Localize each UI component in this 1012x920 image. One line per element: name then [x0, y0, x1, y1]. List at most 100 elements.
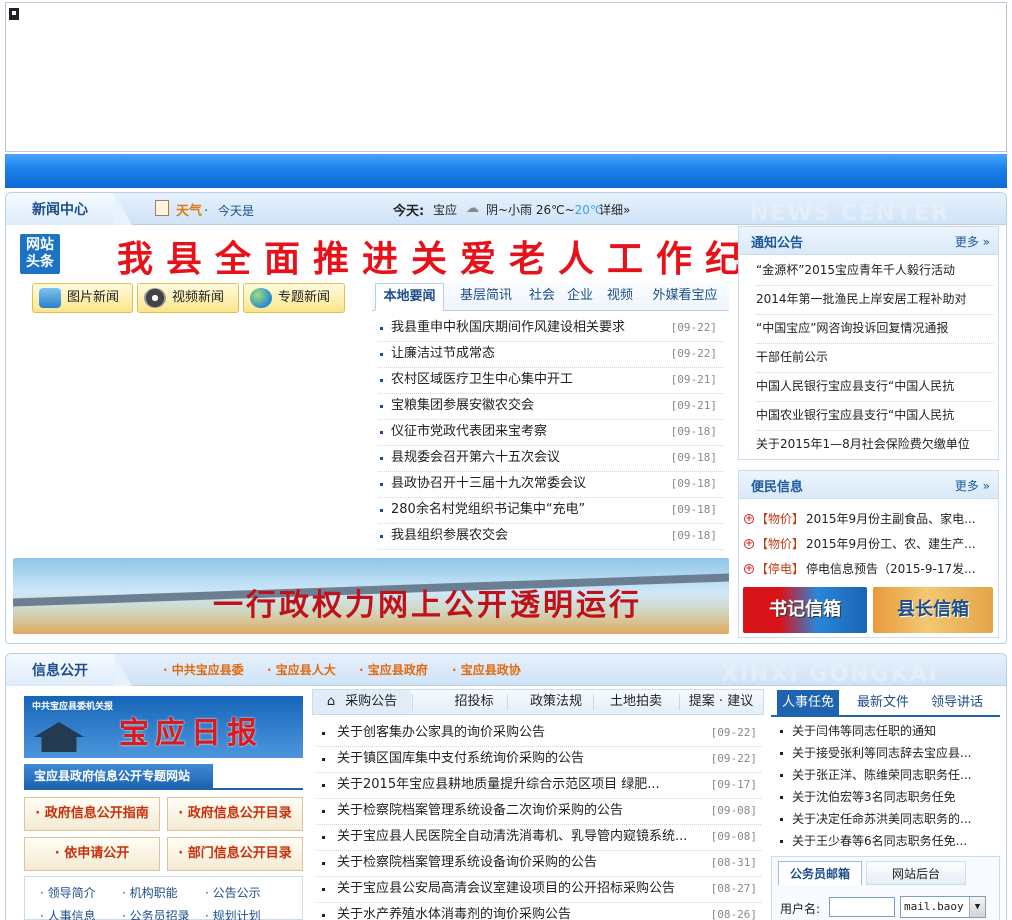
org-link-congress[interactable]: · 宝应县人大 — [267, 661, 336, 678]
org-link-party[interactable]: · 中共宝应县委 — [163, 661, 244, 678]
notice-item[interactable]: 干部任前公示 — [756, 344, 994, 373]
news-item[interactable]: 仪征市党政代表团来宝考察 [09-18] — [378, 420, 723, 446]
service-item-text[interactable]: 2015年9月份工、农、建生产... — [806, 532, 976, 557]
news-item-title[interactable]: 让廉洁过节成常态 — [391, 342, 495, 366]
mail-domain-select[interactable]: mail.baoy ▼ — [900, 896, 986, 918]
personnel-item[interactable]: 关于张正洋、陈维荣同志职务任... — [778, 764, 1000, 786]
procurement-item[interactable]: 关于检察院档案管理系统设备二次询价采购的公告 [09-08] — [316, 799, 761, 825]
info-guide-button[interactable]: · 政府信息公开指南 — [24, 797, 160, 831]
procurement-item-title[interactable]: 关于2015年宝应县耕地质量提升综合示范区项目 绿肥... — [337, 773, 660, 797]
personnel-item-title[interactable]: 关于王少春等6名同志职务任免... — [792, 830, 967, 852]
headline-title[interactable]: 我县全面推进关爱老人工作纪实 — [117, 230, 790, 282]
notice-more-link[interactable]: 更多 » — [955, 233, 990, 250]
weather-label[interactable]: 天气 · — [176, 200, 208, 219]
notice-item[interactable]: “金源杯”2015宝应青年千人毅行活动 — [756, 257, 994, 286]
personnel-item[interactable]: 关于王少春等6名同志职务任免... — [778, 830, 1000, 852]
news-item-title[interactable]: 我县重申中秋国庆期间作风建设相关要求 — [391, 316, 625, 340]
org-link-cppcc[interactable]: · 宝应县政协 — [452, 661, 521, 678]
procurement-item[interactable]: 关于2015年宝应县耕地质量提升综合示范区项目 绿肥... [09-17] — [316, 773, 761, 799]
news-item-title[interactable]: 县政协召开十三届十九次常委会议 — [391, 472, 586, 496]
link-personnel[interactable]: · 人事信息 — [40, 907, 96, 920]
tab-video[interactable]: 视频 — [600, 283, 640, 311]
service-item[interactable]: + 【物价】 2015年9月份工、农、建生产... — [744, 532, 996, 557]
personnel-item[interactable]: 关于沈伯宏等3名同志职务任免 — [778, 786, 1000, 808]
procurement-item-title[interactable]: 关于镇区国库集中支付系统询价采购的公告 — [337, 747, 584, 771]
tab-land-auction[interactable]: 土地拍卖 — [593, 690, 679, 714]
news-item-title[interactable]: 县规委会召开第六十五次会议 — [391, 446, 560, 470]
tab-latest-docs[interactable]: 最新文件 — [847, 690, 919, 716]
procurement-item[interactable]: 关于创客集办公家具的询价采购公告 [09-22] — [316, 721, 761, 747]
news-item[interactable]: 县政协召开十三届十九次常委会议 [09-18] — [378, 472, 723, 498]
info-subsite-label[interactable]: 宝应县政府信息公开专题网站 — [24, 764, 213, 788]
tab-society[interactable]: 社会 — [524, 283, 560, 311]
procurement-item[interactable]: 关于镇区国库集中支付系统询价采购的公告 [09-22] — [316, 747, 761, 773]
tab-policy[interactable]: 政策法规 — [507, 690, 605, 714]
procurement-item[interactable]: 关于宝应县公安局高清会议室建设项目的公开招标采购公告 [08-27] — [316, 877, 761, 903]
procurement-item-title[interactable]: 关于检察院档案管理系统设备询价采购的公告 — [337, 851, 597, 875]
personnel-item[interactable]: 关于接受张利等同志辞去宝应县... — [778, 742, 1000, 764]
photo-news-button[interactable]: 图片新闻 — [32, 283, 133, 313]
apply-disclosure-button[interactable]: · 依申请公开 — [24, 837, 160, 871]
service-item[interactable]: + 【物价】 2015年9月份主副食品、家电... — [744, 507, 996, 532]
notice-item[interactable]: 2014年第一批渔民上岸安居工程补助对 — [756, 286, 994, 315]
tab-leader-speeches[interactable]: 领导讲话 — [921, 690, 993, 716]
tab-appointments[interactable]: 人事任免 — [777, 690, 839, 716]
tab-local-news[interactable]: 本地要闻 — [375, 283, 444, 311]
weather-today-link[interactable]: 今天是 — [218, 202, 254, 219]
news-item-title[interactable]: 农村区域医疗卫生中心集中开工 — [391, 368, 573, 392]
news-item[interactable]: 我县重申中秋国庆期间作风建设相关要求 [09-22] — [378, 316, 723, 342]
notice-item[interactable]: 关于2015年1—8月社会保险费欠缴单位 — [756, 431, 994, 460]
news-item[interactable]: 我县组织参展农交会 [09-18] — [378, 524, 723, 550]
tab-proposals[interactable]: 提案 · 建议 — [679, 690, 763, 714]
news-item-title[interactable]: 仪征市党政代表团来宝考察 — [391, 420, 547, 444]
news-item[interactable]: 县规委会召开第六十五次会议 [09-18] — [378, 446, 723, 472]
personnel-item[interactable]: 关于决定任命苏洪美同志职务的... — [778, 808, 1000, 830]
link-leaders[interactable]: · 领导简介 — [40, 884, 96, 901]
dept-catalog-button[interactable]: · 部门信息公开目录 — [167, 837, 303, 871]
personnel-item-title[interactable]: 关于张正洋、陈维荣同志职务任... — [792, 764, 971, 786]
tab-procurement[interactable]: ⌂ 采购公告 — [313, 690, 411, 714]
username-input[interactable] — [829, 897, 895, 917]
promo-banner[interactable]: 一行政权力网上公开透明运行 — [13, 558, 729, 634]
main-nav-bar[interactable] — [5, 154, 1007, 188]
topic-news-button[interactable]: 专题新闻 — [243, 283, 345, 313]
news-item[interactable]: 农村区域医疗卫生中心集中开工 [09-21] — [378, 368, 723, 394]
weather-detail-link[interactable]: 详细» — [599, 201, 630, 218]
link-functions[interactable]: · 机构职能 — [122, 884, 178, 901]
procurement-item[interactable]: 关于水产养殖水体消毒剂的询价采购公告 [08-26] — [316, 903, 761, 920]
service-item-text[interactable]: 停电信息预告（2015-9-17发... — [806, 557, 976, 582]
notice-item[interactable]: “中国宝应”网咨询投诉回复情况通报 — [756, 315, 994, 344]
personnel-item-title[interactable]: 关于沈伯宏等3名同志职务任免 — [792, 786, 956, 808]
secretary-mailbox-button[interactable]: 书记信箱 — [743, 587, 867, 633]
tab-grassroots[interactable]: 基层简讯 — [450, 283, 522, 311]
news-item-title[interactable]: 我县组织参展农交会 — [391, 524, 508, 548]
link-planning[interactable]: · 规划计划 — [205, 907, 261, 920]
notice-item[interactable]: 中国农业银行宝应县支行“中国人民抗 — [756, 402, 994, 431]
tab-enterprise[interactable]: 企业 — [562, 283, 598, 311]
procurement-item-title[interactable]: 关于宝应县公安局高清会议室建设项目的公开招标采购公告 — [337, 877, 675, 901]
news-item[interactable]: 280余名村党组织书记集中“充电” [09-18] — [378, 498, 723, 524]
news-item[interactable]: 宝粮集团参展安徽农交会 [09-21] — [378, 394, 723, 420]
service-item-text[interactable]: 2015年9月份主副食品、家电... — [806, 507, 976, 532]
news-item[interactable]: 让廉洁过节成常态 [09-22] — [378, 342, 723, 368]
procurement-item[interactable]: 关于检察院档案管理系统设备询价采购的公告 [08-31] — [316, 851, 761, 877]
procurement-item-title[interactable]: 关于水产养殖水体消毒剂的询价采购公告 — [337, 903, 571, 920]
org-link-government[interactable]: · 宝应县政府 — [359, 661, 428, 678]
link-announcements[interactable]: · 公告公示 — [205, 884, 261, 901]
news-item-title[interactable]: 280余名村党组织书记集中“充电” — [391, 498, 585, 522]
video-news-button[interactable]: 视频新闻 — [137, 283, 239, 313]
personnel-item-title[interactable]: 关于决定任命苏洪美同志职务的... — [792, 808, 971, 830]
service-item[interactable]: + 【停电】 停电信息预告（2015-9-17发... — [744, 557, 996, 582]
procurement-item-title[interactable]: 关于检察院档案管理系统设备二次询价采购的公告 — [337, 799, 623, 823]
link-recruitment[interactable]: · 公务员招录 — [122, 907, 190, 920]
service-more-link[interactable]: 更多 » — [955, 477, 990, 494]
baoying-daily-banner[interactable]: 中共宝应县委机关报 宝应日报 — [24, 696, 303, 758]
personnel-item[interactable]: 关于闫伟等同志任职的通知 — [778, 720, 1000, 742]
tab-foreign-media[interactable]: 外媒看宝应 — [646, 283, 724, 311]
procurement-item-title[interactable]: 关于创客集办公家具的询价采购公告 — [337, 721, 545, 745]
procurement-item[interactable]: 关于宝应县人民医院全自动清洗消毒机、乳导管内窥镜系统... [09-08] — [316, 825, 761, 851]
tab-staff-mail[interactable]: 公务员邮箱 — [778, 861, 862, 885]
county-chief-mailbox-button[interactable]: 县长信箱 — [873, 587, 993, 633]
personnel-item-title[interactable]: 关于接受张利等同志辞去宝应县... — [792, 742, 971, 764]
procurement-item-title[interactable]: 关于宝应县人民医院全自动清洗消毒机、乳导管内窥镜系统... — [337, 825, 687, 849]
